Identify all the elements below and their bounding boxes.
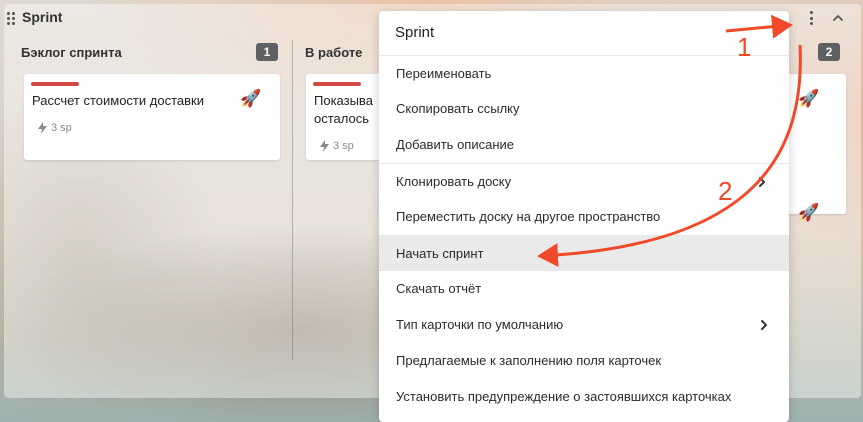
board-context-menu: Sprint Переименовать Скопировать ссылку … bbox=[379, 11, 789, 422]
card-story-points: 3 sp bbox=[38, 122, 72, 134]
card-title: Показыва осталось bbox=[314, 92, 373, 128]
menu-item-stale-cards-warning[interactable]: Установить предупреждение о застоявшихся… bbox=[379, 379, 789, 415]
column-title: В работе bbox=[305, 45, 363, 60]
menu-title: Sprint bbox=[395, 24, 435, 41]
story-points-value: 3 sp bbox=[51, 122, 72, 134]
chevron-up-icon[interactable] bbox=[831, 11, 845, 25]
card[interactable]: Рассчет стоимости доставки 🚀 3 sp bbox=[24, 74, 280, 160]
card-title-line: осталось bbox=[314, 111, 370, 126]
annotation-step-2: 2 bbox=[718, 176, 733, 206]
bolt-icon bbox=[320, 140, 329, 152]
card-title: Рассчет стоимости доставки bbox=[32, 93, 204, 108]
more-options-icon[interactable] bbox=[805, 10, 817, 26]
menu-item-download-report[interactable]: Скачать отчёт bbox=[379, 271, 789, 307]
card-color-stripe bbox=[31, 82, 79, 86]
menu-item-label: Клонировать доску bbox=[396, 174, 512, 189]
drag-handle-icon[interactable] bbox=[7, 12, 15, 25]
card-color-stripe bbox=[313, 82, 361, 86]
annotation-step-1: 1 bbox=[737, 32, 752, 62]
menu-item-start-sprint[interactable]: Начать спринт bbox=[379, 235, 789, 271]
board-title: Sprint bbox=[22, 9, 63, 25]
bolt-icon bbox=[38, 122, 47, 134]
card-title-line: Показыва bbox=[314, 93, 373, 108]
card[interactable]: 🚀 bbox=[786, 192, 846, 254]
menu-item-default-card-type[interactable]: Тип карточки по умолчанию bbox=[379, 307, 789, 343]
column-title: Бэклог спринта bbox=[21, 45, 122, 60]
story-points-value: 3 sp bbox=[333, 140, 354, 152]
column-divider bbox=[292, 40, 293, 360]
menu-item-label: Тип карточки по умолчанию bbox=[396, 317, 564, 332]
chevron-right-icon bbox=[761, 320, 767, 330]
card-story-points: 3 sp bbox=[320, 140, 354, 152]
chevron-right-icon bbox=[759, 177, 765, 187]
menu-item-suggested-card-fields[interactable]: Предлагаемые к заполнению поля карточек bbox=[379, 343, 789, 379]
rocket-icon: 🚀 bbox=[240, 89, 262, 108]
menu-item-add-description[interactable]: Добавить описание bbox=[379, 127, 789, 163]
rocket-icon: 🚀 bbox=[798, 203, 820, 222]
board-header-actions bbox=[805, 10, 845, 26]
menu-item-copy-link[interactable]: Скопировать ссылку bbox=[379, 91, 789, 127]
rocket-icon: 🚀 bbox=[798, 89, 820, 108]
menu-list: Переименовать Скопировать ссылку Добавит… bbox=[379, 55, 789, 415]
column-count-badge: 2 bbox=[818, 43, 840, 61]
menu-item-rename[interactable]: Переименовать bbox=[379, 55, 789, 91]
column-count-badge: 1 bbox=[256, 43, 278, 61]
